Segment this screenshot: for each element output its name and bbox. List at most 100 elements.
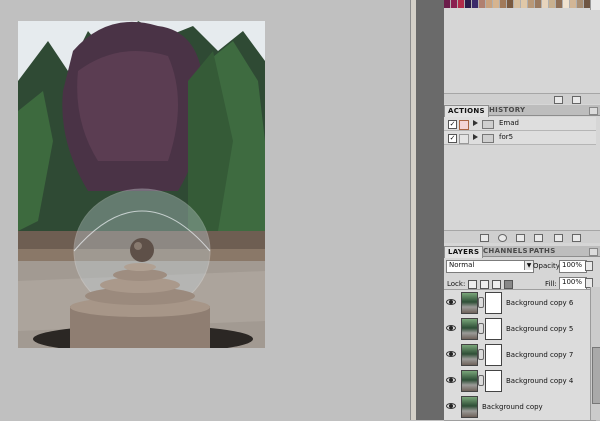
color-swatch[interactable] bbox=[521, 0, 528, 8]
action-set-row[interactable]: ✓ Emad bbox=[444, 117, 596, 131]
blend-mode-select[interactable]: Normal ▼ bbox=[446, 260, 534, 273]
color-swatch[interactable] bbox=[472, 0, 479, 8]
tab-channels[interactable]: CHANNELS bbox=[480, 246, 531, 257]
chevron-down-icon: ▼ bbox=[524, 261, 533, 270]
color-swatch[interactable] bbox=[500, 0, 507, 8]
lock-transparency-icon[interactable] bbox=[468, 280, 477, 289]
new-set-icon[interactable] bbox=[534, 234, 543, 242]
action-set-label: Emad bbox=[499, 119, 519, 127]
layer-thumbnail bbox=[461, 292, 478, 314]
swatches-panel[interactable] bbox=[444, 0, 591, 10]
trash-icon[interactable] bbox=[572, 234, 581, 242]
color-swatch[interactable] bbox=[493, 0, 500, 8]
layer-row[interactable]: Background copy 5 bbox=[444, 316, 596, 343]
lock-paint-icon[interactable] bbox=[480, 280, 489, 289]
color-swatch[interactable] bbox=[507, 0, 514, 8]
tab-layers[interactable]: LAYERS bbox=[444, 246, 484, 258]
layers-scrollbar[interactable] bbox=[590, 287, 600, 420]
dialog-toggle-icon[interactable] bbox=[459, 134, 469, 144]
eye-icon[interactable] bbox=[446, 324, 456, 332]
eye-icon[interactable] bbox=[446, 298, 456, 306]
folder-icon bbox=[482, 134, 494, 143]
color-swatch[interactable] bbox=[528, 0, 535, 8]
layer-mask-thumbnail[interactable] bbox=[485, 292, 502, 314]
expand-triangle-icon[interactable] bbox=[473, 134, 478, 140]
checkbox-icon[interactable]: ✓ bbox=[448, 120, 457, 129]
folder-icon bbox=[482, 120, 494, 129]
color-swatch[interactable] bbox=[563, 0, 570, 8]
panel-menu-icon[interactable] bbox=[589, 248, 598, 256]
play-icon[interactable] bbox=[516, 234, 525, 242]
color-swatch[interactable] bbox=[486, 0, 493, 8]
swatches-footer bbox=[444, 93, 600, 104]
scrollbar-thumb[interactable] bbox=[592, 347, 600, 404]
layer-name: Background copy 7 bbox=[506, 351, 574, 359]
blend-mode-value: Normal bbox=[449, 261, 475, 269]
panel-dock-gutter bbox=[416, 0, 444, 420]
action-set-row[interactable]: ✓ for5 bbox=[444, 131, 596, 145]
fill-label: Fill: bbox=[545, 280, 557, 288]
link-icon[interactable] bbox=[478, 349, 484, 360]
color-swatch[interactable] bbox=[451, 0, 458, 8]
layer-mask-thumbnail[interactable] bbox=[485, 318, 502, 340]
checkbox-icon[interactable]: ✓ bbox=[448, 134, 457, 143]
tab-paths[interactable]: PATHS bbox=[526, 246, 559, 257]
expand-triangle-icon[interactable] bbox=[473, 120, 478, 126]
link-icon[interactable] bbox=[478, 323, 484, 334]
color-swatch[interactable] bbox=[556, 0, 563, 8]
layer-mask-thumbnail[interactable] bbox=[485, 370, 502, 392]
lock-move-icon[interactable] bbox=[492, 280, 501, 289]
layer-mask-thumbnail[interactable] bbox=[485, 344, 502, 366]
color-swatch[interactable] bbox=[514, 0, 521, 8]
layer-name: Background copy 5 bbox=[506, 325, 574, 333]
record-icon[interactable] bbox=[498, 234, 507, 242]
stop-icon[interactable] bbox=[480, 234, 489, 242]
layer-thumbnail bbox=[461, 370, 478, 392]
opacity-label: Opacity: bbox=[533, 262, 562, 270]
eye-icon[interactable] bbox=[446, 350, 456, 358]
color-swatch[interactable] bbox=[570, 0, 577, 8]
color-swatch[interactable] bbox=[479, 0, 486, 8]
layer-name: Background copy 4 bbox=[506, 377, 574, 385]
new-swatch-icon[interactable] bbox=[554, 96, 563, 104]
layer-thumbnail bbox=[461, 344, 478, 366]
layers-tabbar: LAYERS CHANNELS PATHS bbox=[444, 246, 600, 258]
color-swatch[interactable] bbox=[444, 0, 451, 8]
lock-all-icon[interactable] bbox=[504, 280, 513, 289]
lock-label: Lock: bbox=[447, 280, 466, 288]
layer-row[interactable]: Background copy 7 bbox=[444, 342, 596, 369]
color-swatch[interactable] bbox=[535, 0, 542, 8]
layer-row[interactable]: Background copy bbox=[444, 394, 596, 421]
dialog-toggle-icon[interactable] bbox=[459, 120, 469, 130]
actions-list: ✓ Emad ✓ for5 bbox=[444, 117, 600, 229]
eye-icon[interactable] bbox=[446, 402, 456, 410]
color-swatch[interactable] bbox=[542, 0, 549, 8]
swatches-body bbox=[444, 10, 590, 103]
layers-list: Background copy 6 Background copy 5 Back… bbox=[444, 289, 596, 421]
document-image[interactable] bbox=[18, 21, 265, 348]
eye-icon[interactable] bbox=[446, 376, 456, 384]
tab-history[interactable]: HISTORY bbox=[486, 105, 528, 116]
layer-row[interactable]: Background copy 4 bbox=[444, 368, 596, 395]
tab-actions[interactable]: ACTIONS bbox=[444, 105, 489, 117]
opacity-input[interactable]: 100% bbox=[559, 260, 587, 273]
panel-menu-icon[interactable] bbox=[589, 107, 598, 115]
trash-icon[interactable] bbox=[572, 96, 581, 104]
color-swatch[interactable] bbox=[577, 0, 584, 8]
link-icon[interactable] bbox=[478, 375, 484, 386]
layer-row[interactable]: Background copy 6 bbox=[444, 290, 596, 317]
fountain-photo bbox=[18, 21, 265, 348]
layer-thumbnail bbox=[461, 318, 478, 340]
layer-name: Background copy 6 bbox=[506, 299, 574, 307]
layer-name: Background copy bbox=[482, 403, 543, 411]
swatches-scrollbar[interactable] bbox=[590, 0, 600, 10]
actions-tabbar: ACTIONS HISTORY bbox=[444, 105, 600, 117]
opacity-slider-arrow-icon[interactable] bbox=[585, 261, 593, 271]
color-swatch[interactable] bbox=[458, 0, 465, 8]
new-action-icon[interactable] bbox=[554, 234, 563, 242]
layer-thumbnail bbox=[461, 396, 478, 418]
color-swatch[interactable] bbox=[549, 0, 556, 8]
link-icon[interactable] bbox=[478, 297, 484, 308]
actions-footer bbox=[444, 230, 600, 243]
color-swatch[interactable] bbox=[465, 0, 472, 8]
